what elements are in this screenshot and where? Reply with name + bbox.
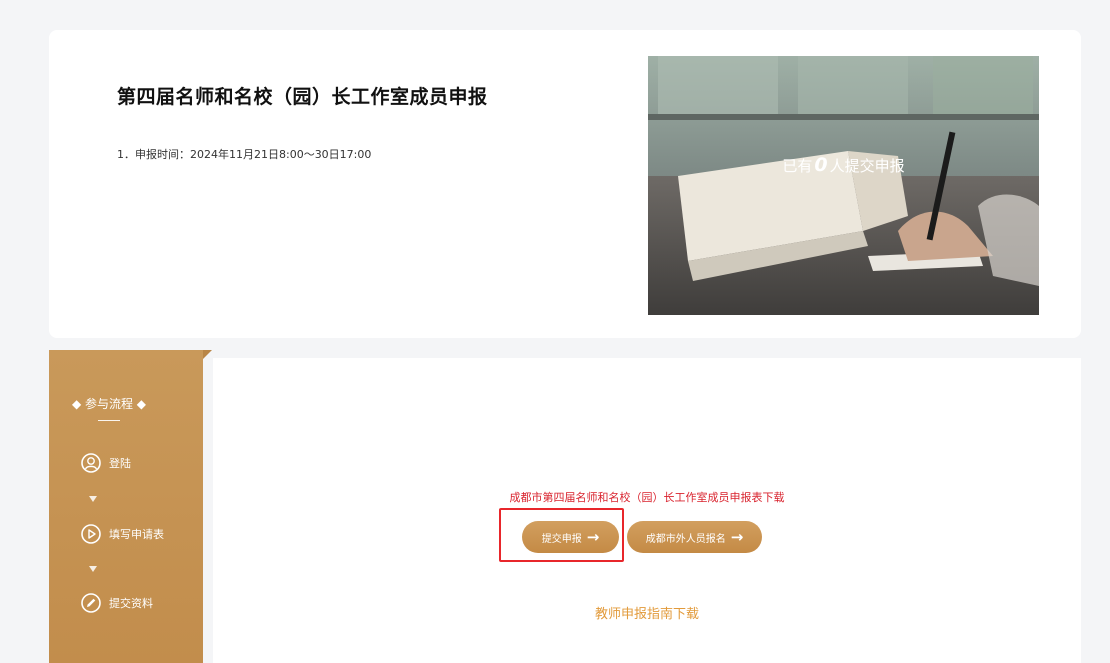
step-fill-form-label: 填写申请表 (109, 528, 164, 541)
sidebar-notch (203, 350, 212, 359)
step-arrow-icon (89, 566, 97, 572)
play-circle-icon (81, 524, 101, 544)
step-submit-docs: 提交资料 (81, 593, 153, 613)
top-card: 第四届名师和名校（园）长工作室成员申报 1．申报时间：2024年11月21日8:… (49, 30, 1081, 338)
flow-title: ◆ 参与流程 ◆ (71, 397, 147, 411)
step-fill-form: 填写申请表 (81, 524, 164, 544)
main-card: 成都市第四届名师和名校（园）长工作室成员申报表下载 提交申报 → 成都市外人员报… (213, 358, 1081, 663)
step-login-label: 登陆 (109, 457, 131, 470)
user-icon (81, 453, 101, 473)
counter-number: 0 (814, 154, 828, 176)
teacher-guide-download-link[interactable]: 教师申报指南下载 (213, 603, 1081, 622)
page-title: 第四届名师和名校（园）长工作室成员申报 (117, 86, 488, 108)
hero-image: 已有 0 人提交申报 (648, 56, 1039, 315)
outside-button-label: 成都市外人员报名 (645, 533, 726, 545)
application-form-download-link[interactable]: 成都市第四届名师和名校（园）长工作室成员申报表下载 (213, 489, 1081, 505)
flow-title-underline (98, 420, 120, 421)
submission-counter: 已有 0 人提交申报 (648, 154, 1039, 176)
apply-time-text: 1．申报时间：2024年11月21日8:00～30日17:00 (117, 148, 372, 161)
process-sidebar: ◆ 参与流程 ◆ 登陆 填写申请表 提交资料 (49, 350, 203, 663)
step-arrow-icon (89, 496, 97, 502)
step-submit-docs-label: 提交资料 (109, 597, 153, 610)
pen-circle-icon (81, 593, 101, 613)
highlight-annotation-box (499, 508, 624, 562)
outside-city-register-button[interactable]: 成都市外人员报名 → (627, 521, 762, 553)
arrow-right-icon: → (730, 528, 744, 546)
counter-prefix: 已有 (782, 157, 813, 175)
desk-writing-illustration (648, 56, 1039, 315)
step-login: 登陆 (81, 453, 131, 473)
counter-suffix: 人提交申报 (829, 157, 905, 175)
